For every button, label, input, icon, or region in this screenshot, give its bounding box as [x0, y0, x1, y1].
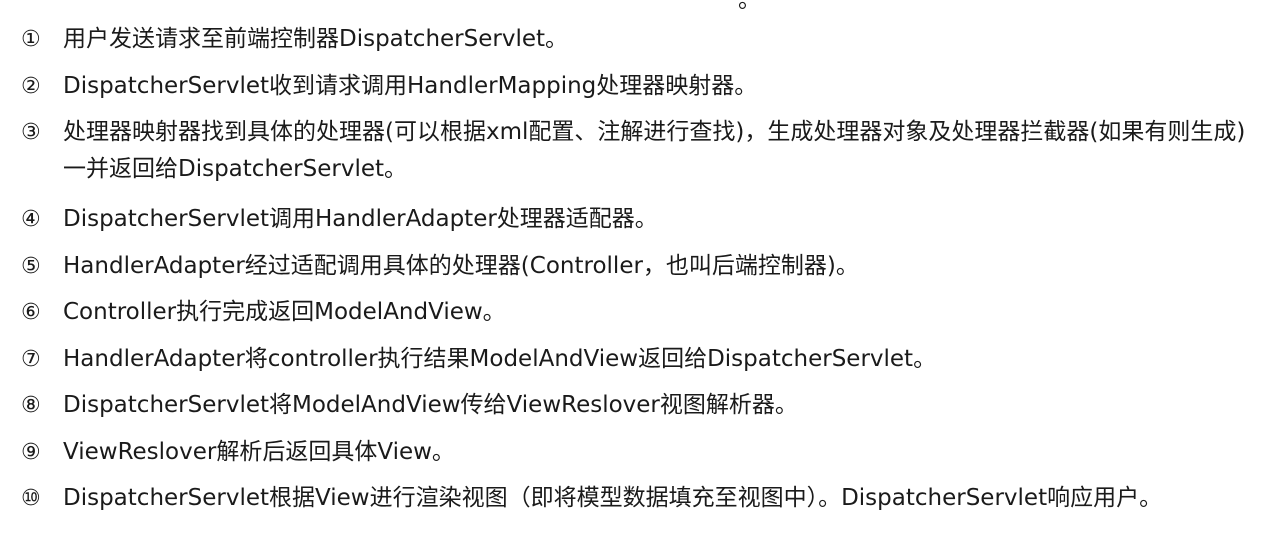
step-text: Controller执行完成返回ModelAndView。 — [63, 299, 506, 325]
step-marker: ① — [21, 27, 41, 52]
step-text: HandlerAdapter将controller执行结果ModelAndVie… — [63, 345, 937, 372]
step-marker: ⑤ — [21, 253, 41, 279]
step-text: ViewReslover解析后返回具体View。 — [63, 438, 455, 465]
step-text: HandlerAdapter经过适配调用具体的处理器(Controller，也叫… — [63, 252, 859, 279]
step-text: 用户发送请求至前端控制器DispatcherServlet。 — [63, 26, 569, 52]
list-item: ② DispatcherServlet收到请求调用HandlerMapping处… — [21, 68, 1253, 105]
list-item: ⑤ HandlerAdapter经过适配调用具体的处理器(Controller，… — [21, 248, 1253, 285]
step-text: DispatcherServlet将ModelAndView传给ViewResl… — [63, 392, 798, 418]
step-marker: ② — [21, 73, 41, 99]
step-marker: ⑦ — [21, 346, 41, 372]
step-text: DispatcherServlet调用HandlerAdapter处理器适配器。 — [63, 206, 658, 232]
step-text: DispatcherServlet根据View进行渲染视图（即将模型数据填充至视… — [63, 485, 1163, 511]
step-text: DispatcherServlet收到请求调用HandlerMapping处理器… — [63, 72, 758, 99]
list-item: ⑦ HandlerAdapter将controller执行结果ModelAndV… — [21, 341, 1253, 378]
step-text: 处理器映射器找到具体的处理器(可以根据xml配置、注解进行查找)，生成处理器对象… — [63, 119, 1246, 182]
step-marker: ⑧ — [21, 393, 41, 418]
step-marker: ⑨ — [21, 439, 41, 465]
list-item: ⑥ Controller执行完成返回ModelAndView。 — [21, 294, 1253, 331]
list-item: ⑧ DispatcherServlet将ModelAndView传给ViewRe… — [21, 387, 1253, 424]
previous-line-fragment: 。 — [738, 0, 761, 13]
list-item: ⑨ ViewReslover解析后返回具体View。 — [21, 434, 1253, 471]
list-item: ① 用户发送请求至前端控制器DispatcherServlet。 — [21, 21, 1253, 58]
step-list: ① 用户发送请求至前端控制器DispatcherServlet。 ② Dispa… — [21, 21, 1253, 527]
step-marker: ⑩ — [21, 486, 41, 511]
list-item: ⑩ DispatcherServlet根据View进行渲染视图（即将模型数据填充… — [21, 480, 1253, 517]
step-marker: ④ — [21, 207, 41, 232]
step-marker: ⑥ — [21, 300, 41, 325]
list-item: ④ DispatcherServlet调用HandlerAdapter处理器适配… — [21, 201, 1253, 238]
document-page: 。 ① 用户发送请求至前端控制器DispatcherServlet。 ② Dis… — [0, 0, 1284, 553]
step-marker: ③ — [21, 120, 41, 145]
list-item: ③ 处理器映射器找到具体的处理器(可以根据xml配置、注解进行查找)，生成处理器… — [21, 114, 1253, 188]
